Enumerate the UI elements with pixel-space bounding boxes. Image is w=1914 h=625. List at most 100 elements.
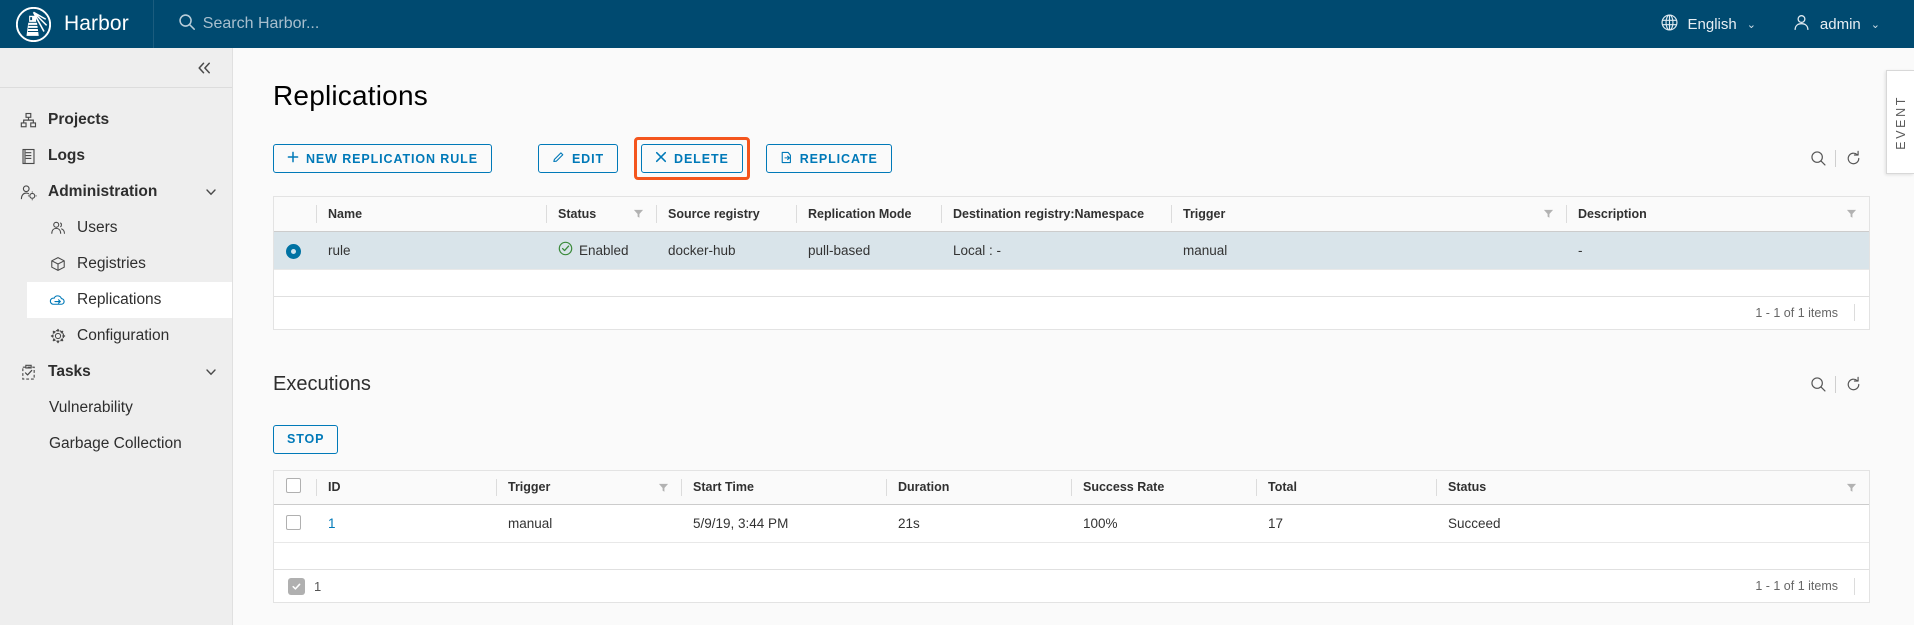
- select-all-checkbox[interactable]: [286, 478, 301, 494]
- rules-cell-trigger: manual: [1171, 231, 1566, 270]
- search-input[interactable]: [202, 15, 623, 33]
- filter-icon[interactable]: [633, 208, 644, 219]
- executions-cell-duration: 21s: [886, 504, 1071, 543]
- executions-col-start-time: Start Time: [681, 470, 886, 505]
- rules-cell-status: Enabled: [546, 231, 656, 270]
- language-label: English: [1687, 15, 1737, 33]
- brand-area[interactable]: Harbor: [0, 0, 154, 48]
- stop-button[interactable]: STOP: [273, 424, 339, 454]
- user-menu[interactable]: admin ⌄: [1792, 13, 1880, 36]
- rules-col-status: Status: [546, 197, 656, 232]
- executions-cell-id: 1: [316, 504, 496, 543]
- rules-cell-description: -: [1566, 231, 1869, 270]
- filter-icon[interactable]: [1846, 482, 1857, 493]
- language-selector[interactable]: English ⌄: [1660, 13, 1756, 36]
- rules-cell-replication-mode: pull-based: [796, 231, 941, 270]
- sidebar-item-vulnerability[interactable]: Vulnerability: [27, 390, 232, 426]
- sidebar-item-garbage-collection[interactable]: Garbage Collection: [27, 426, 232, 462]
- harbor-app: Harbor English ⌄: [0, 0, 1914, 625]
- selected-all-checkbox-disabled: [288, 577, 305, 595]
- executions-col-status: Status: [1436, 470, 1869, 505]
- sidebar-item-users[interactable]: Users: [27, 210, 232, 246]
- sidebar: Projects Logs Administration Users Regis…: [0, 48, 233, 625]
- users-icon: [49, 220, 66, 237]
- rules-col-trigger: Trigger: [1171, 197, 1566, 232]
- export-icon: [780, 151, 793, 167]
- column-label: Status: [1448, 480, 1487, 495]
- table-row[interactable]: 1 manual 5/9/19, 3:44 PM 21s 100% 17 Suc…: [274, 504, 1869, 543]
- delete-button[interactable]: DELETE: [641, 144, 743, 173]
- column-label: Success Rate: [1083, 480, 1165, 495]
- replicate-label: REPLICATE: [799, 151, 878, 166]
- administration-icon: [20, 184, 37, 201]
- executions-header: Executions: [273, 370, 1870, 400]
- executions-table-card: ID Trigger Start Time Duration Success R…: [273, 469, 1870, 603]
- footer-divider: [1854, 577, 1855, 595]
- executions-refresh-icon[interactable]: [1836, 370, 1870, 400]
- edit-label: EDIT: [571, 151, 605, 166]
- column-label: Source registry: [668, 206, 760, 221]
- row-checkbox[interactable]: [286, 514, 301, 530]
- sidebar-nav: Projects Logs Administration Users Regis…: [0, 88, 232, 462]
- column-label: ID: [328, 480, 341, 495]
- executions-selected-summary: 1: [288, 577, 321, 595]
- rules-header-row: Name Status Source registry Replication …: [274, 197, 1869, 232]
- executions-cell-start-time: 5/9/19, 3:44 PM: [681, 504, 886, 543]
- footer-divider: [1854, 304, 1855, 321]
- chevron-down-icon[interactable]: [204, 185, 218, 199]
- row-radio-button[interactable]: [286, 243, 301, 259]
- execution-id-link[interactable]: 1: [328, 516, 336, 531]
- executions-select-all-col: [274, 470, 316, 505]
- executions-search-icon[interactable]: [1801, 370, 1835, 400]
- rules-toolbar-icons: [1801, 144, 1870, 174]
- replications-icon: [49, 292, 66, 309]
- chevron-down-icon: ⌄: [1746, 18, 1756, 31]
- rules-search-icon[interactable]: [1801, 144, 1835, 174]
- top-header: Harbor English ⌄: [0, 0, 1914, 48]
- rules-col-description: Description: [1566, 197, 1869, 232]
- search-icon: [178, 13, 196, 36]
- sidebar-item-projects[interactable]: Projects: [0, 102, 232, 138]
- rules-table-body: rule Enabled docker-hub pull-based Local…: [274, 231, 1869, 270]
- executions-cell-status: Succeed: [1436, 504, 1869, 543]
- sidebar-item-logs[interactable]: Logs: [0, 138, 232, 174]
- rules-col-replication-mode: Replication Mode: [796, 197, 941, 232]
- sidebar-item-label: Administration: [48, 183, 158, 200]
- event-panel-tab[interactable]: EVENT: [1886, 70, 1914, 174]
- executions-cell-trigger: manual: [496, 504, 681, 543]
- sidebar-subnav-administration: Users Registries Replications Configurat…: [0, 210, 232, 354]
- executions-table-filler: [274, 543, 1869, 569]
- sidebar-item-replications[interactable]: Replications: [27, 282, 232, 318]
- configuration-gear-icon: [49, 328, 66, 345]
- executions-cell-total: 17: [1256, 504, 1436, 543]
- brand-title: Harbor: [64, 12, 129, 35]
- check-circle-icon: [558, 241, 573, 259]
- new-replication-rule-button[interactable]: NEW REPLICATION RULE: [273, 144, 492, 173]
- rules-table-filler: [274, 269, 1869, 296]
- sidebar-item-registries[interactable]: Registries: [27, 246, 232, 282]
- global-search[interactable]: [154, 0, 1660, 48]
- filter-icon[interactable]: [1543, 208, 1554, 219]
- executions-col-id: ID: [316, 470, 496, 505]
- body-wrapper: Projects Logs Administration Users Regis…: [0, 48, 1914, 625]
- sidebar-item-administration[interactable]: Administration: [0, 174, 232, 210]
- delete-button-highlight: DELETE: [634, 137, 750, 180]
- executions-table-body: 1 manual 5/9/19, 3:44 PM 21s 100% 17 Suc…: [274, 504, 1869, 543]
- column-label: Status: [558, 206, 597, 221]
- rules-refresh-icon[interactable]: [1836, 144, 1870, 174]
- edit-button[interactable]: EDIT: [537, 144, 619, 173]
- filter-icon[interactable]: [658, 482, 669, 493]
- new-replication-rule-label: NEW REPLICATION RULE: [306, 151, 478, 166]
- table-row[interactable]: rule Enabled docker-hub pull-based Local…: [274, 231, 1869, 270]
- filter-icon[interactable]: [1846, 208, 1857, 219]
- replicate-button[interactable]: REPLICATE: [765, 144, 892, 173]
- chevron-down-icon[interactable]: [204, 365, 218, 379]
- rules-pagination-count: 1 - 1 of 1 items: [1755, 305, 1838, 320]
- column-label: Trigger: [508, 480, 551, 495]
- tasks-icon: [20, 364, 37, 381]
- sidebar-item-configuration[interactable]: Configuration: [27, 318, 232, 354]
- sidebar-collapse-button[interactable]: [0, 48, 232, 88]
- executions-col-trigger: Trigger: [496, 470, 681, 505]
- sidebar-item-label: Garbage Collection: [49, 435, 182, 452]
- sidebar-item-tasks[interactable]: Tasks: [0, 354, 232, 390]
